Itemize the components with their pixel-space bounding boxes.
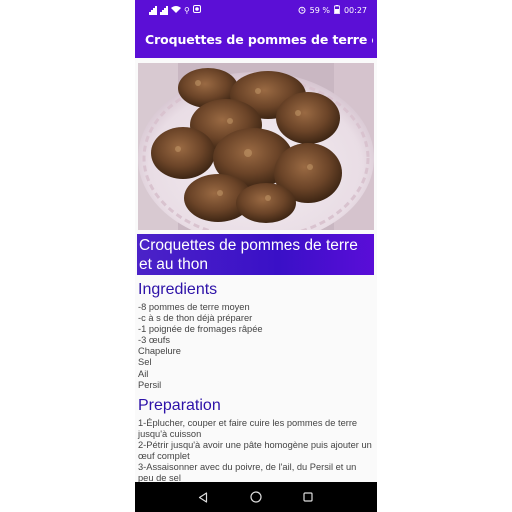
ingredient-item: -8 pommes de terre moyen — [138, 302, 250, 312]
home-icon — [250, 491, 262, 503]
navigation-bar — [135, 482, 377, 512]
usb-icon: ⚲ — [184, 5, 190, 15]
recipe-title: Croquettes de pommes de terre et au thon — [139, 237, 358, 273]
recipe-scroll-view[interactable]: Croquettes de pommes de terre et au thon… — [135, 58, 377, 482]
preparation-steps: 1-Éplucher, couper et faire cuire les po… — [138, 418, 374, 482]
recents-icon — [303, 492, 313, 502]
ingredient-item: Sel — [138, 357, 152, 368]
ingredients-list: -8 pommes de terre moyen -c à s de thon … — [138, 302, 374, 391]
ingredient-item: -3 œufs — [138, 335, 171, 346]
ingredient-item: Chapelure — [138, 346, 181, 357]
back-button[interactable] — [193, 482, 213, 512]
wifi-icon — [171, 5, 181, 15]
preparation-heading: Preparation — [138, 397, 221, 414]
recipe-title-banner: Croquettes de pommes de terre et au thon — [137, 234, 374, 275]
signal-icon — [149, 5, 157, 15]
preparation-step: 1-Éplucher, couper et faire cuire les po… — [138, 418, 358, 440]
app-bar-title: Croquettes de pommes de terre et... — [145, 32, 373, 47]
app-bar: Croquettes de pommes de terre et... — [135, 20, 377, 58]
status-right: 59 % 00:27 — [298, 5, 367, 16]
home-button[interactable] — [246, 482, 266, 512]
ingredient-item: -1 poignée de fromages râpée — [138, 324, 263, 335]
clock: 00:27 — [343, 6, 367, 15]
preparation-step: 3-Assaisonner avec du poivre, de l'ail, … — [138, 462, 357, 482]
preparation-step: 2-Pétrir jusqu'à avoir une pâte homogène… — [138, 440, 372, 462]
ingredient-item: Ail — [138, 368, 149, 379]
status-bar: ⚲ 59 % 00:27 — [135, 0, 377, 20]
back-icon — [198, 491, 208, 503]
recents-button[interactable] — [298, 482, 318, 512]
ingredients-heading: Ingredients — [138, 281, 218, 298]
alarm-icon — [298, 6, 306, 16]
ingredient-item: -c à s de thon déjà préparer — [138, 313, 253, 324]
battery-percent: 59 % — [309, 6, 330, 15]
phone-screen: ⚲ 59 % 00:27 Croquettes de pommes de ter… — [135, 0, 377, 512]
battery-icon — [334, 5, 340, 16]
recipe-photo — [138, 63, 374, 230]
notification-icon — [192, 5, 201, 15]
ingredient-item: Persil — [138, 379, 162, 390]
status-left: ⚲ — [149, 5, 201, 15]
signal-icon — [160, 5, 168, 15]
